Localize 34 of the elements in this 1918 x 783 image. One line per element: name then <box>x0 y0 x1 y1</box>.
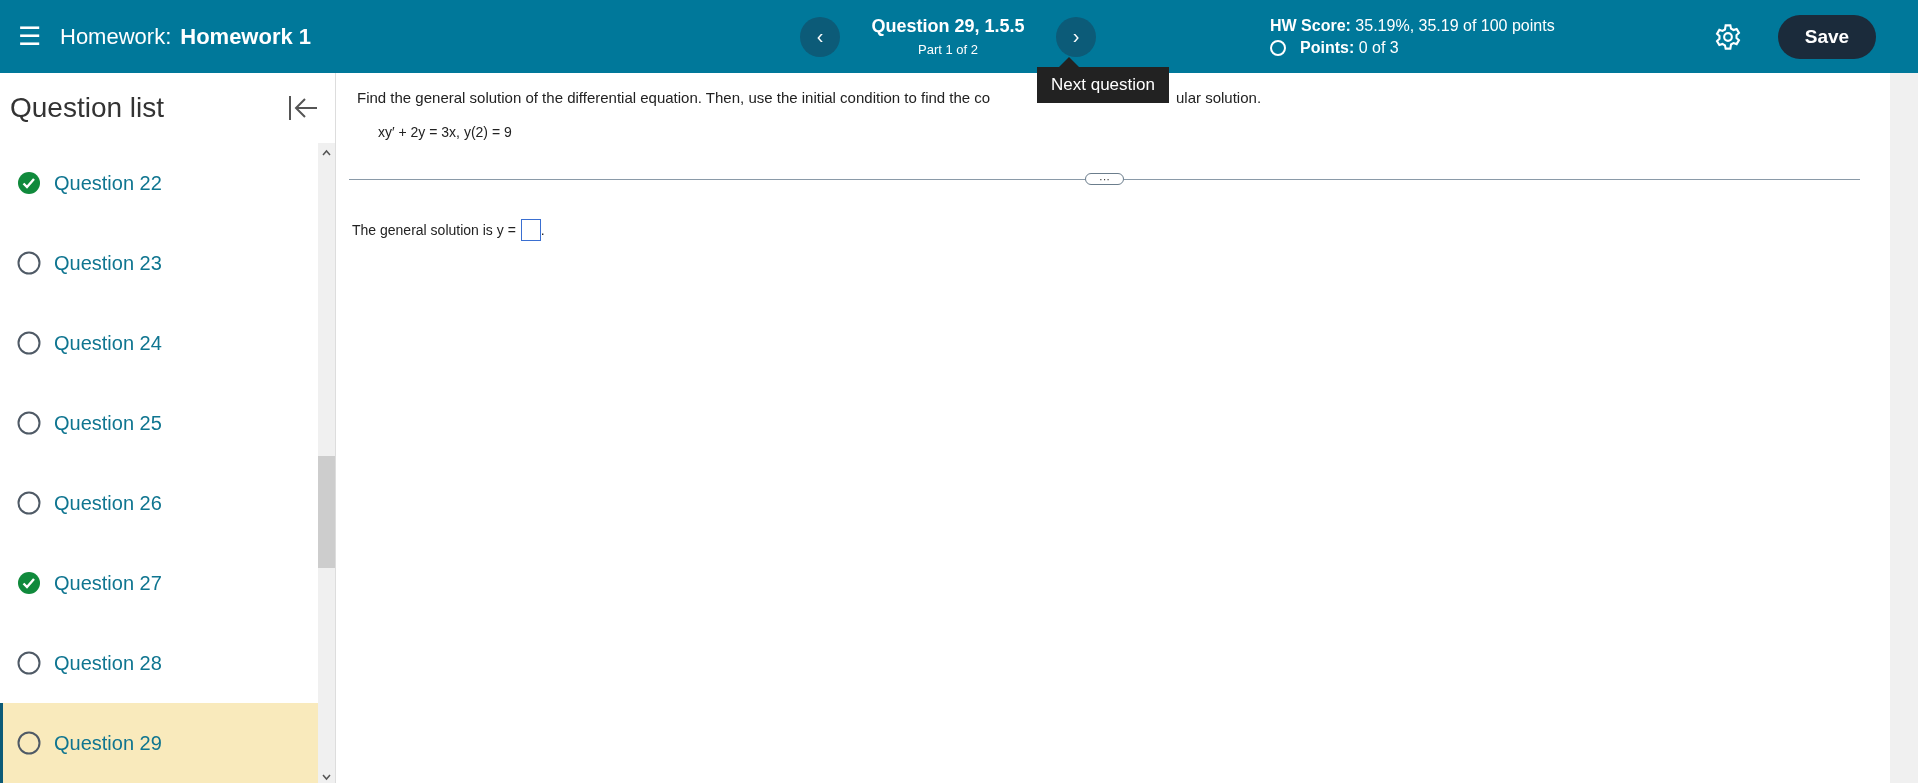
previous-question-button[interactable]: ‹ <box>800 16 840 57</box>
question-list-item[interactable]: Question 25 <box>0 383 318 463</box>
question-part: Part 1 of 2 <box>918 42 978 57</box>
scrollbar-thumb[interactable] <box>318 456 335 568</box>
answer-box[interactable] <box>520 219 541 241</box>
save-button[interactable]: Save <box>1778 14 1876 59</box>
sidebar-title: Question list <box>10 92 165 124</box>
homework-title: Homework 1 <box>180 23 312 50</box>
scrollbar[interactable] <box>1890 73 1918 783</box>
question-list-item[interactable]: Question 24 <box>0 303 318 383</box>
scrollbar[interactable] <box>318 143 335 783</box>
menu-button[interactable]: ☰ <box>14 21 44 52</box>
question-instruction: Find the general solution of the differential equation. Then, use the initial condition to find the co <box>357 89 991 106</box>
question-list-item[interactable]: Question 22 <box>0 143 318 223</box>
scroll-up-icon[interactable] <box>321 149 332 157</box>
question-list-item[interactable]: Question 28 <box>0 623 318 703</box>
period-text: . <box>540 222 545 238</box>
more-button[interactable]: ··· <box>1085 173 1124 185</box>
question-list-item[interactable]: Question 23 <box>0 223 318 303</box>
circle-icon <box>1270 39 1286 56</box>
question-instruction: ular solution. <box>1176 89 1262 106</box>
answer-prompt: The general solution is y = <box>352 222 516 238</box>
question-list-item[interactable]: Question 27 <box>0 543 318 623</box>
points-text: Points: 0 of 3 <box>1300 38 1399 57</box>
scroll-down-icon[interactable] <box>321 773 332 781</box>
homework-label: Homework: <box>60 23 172 50</box>
settings-icon[interactable] <box>1714 22 1742 51</box>
next-question-button[interactable]: › <box>1056 16 1096 57</box>
question-list-item[interactable]: Question 29 <box>0 703 318 783</box>
question-list-item[interactable]: Question 26 <box>0 463 318 543</box>
question-title: Question 29, 1.5.5 <box>871 16 1025 37</box>
hw-score-text: HW Score: 35.19%, 35.19 of 100 points <box>1270 16 1555 34</box>
tooltip: Next question <box>1037 57 1169 103</box>
equation-text: xy′ + 2y = 3x, y(2) = 9 <box>378 124 513 140</box>
